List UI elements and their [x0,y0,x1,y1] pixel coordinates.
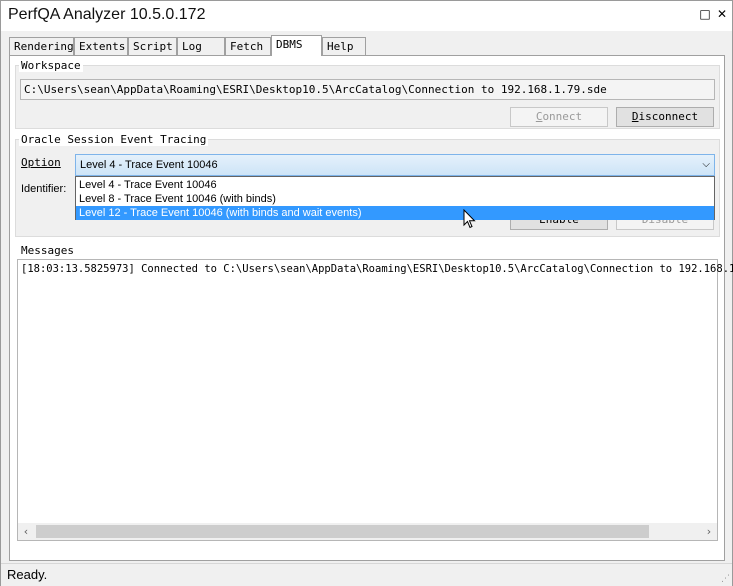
disconnect-button[interactable]: Disconnect [616,107,714,127]
horizontal-scrollbar[interactable]: ‹ › [18,523,717,540]
chevron-down-icon[interactable]: ⌵ [702,155,710,175]
workspace-path-field[interactable]: C:\Users\sean\AppData\Roaming\ESRI\Deskt… [20,79,715,100]
resize-grip-icon[interactable]: ⋰ [721,574,730,584]
messages-box[interactable]: [18:03:13.5825973] Connected to C:\Users… [17,259,733,541]
option-selected-value: Level 4 - Trace Event 10046 [80,159,218,171]
message-line: [18:03:13.5825973] Connected to C:\Users… [21,263,733,275]
tracing-group-label: Oracle Session Event Tracing [19,133,209,146]
app-window: PerfQA Analyzer 10.5.0.172 □ ✕ Rendering… [0,0,733,586]
scroll-thumb[interactable] [36,525,649,538]
option-item-level8[interactable]: Level 8 - Trace Event 10046 (with binds) [76,192,714,206]
minimize-icon[interactable]: □ [698,7,712,21]
disconnect-accel: D [631,110,639,123]
connect-button[interactable]: Connect [510,107,608,127]
disconnect-label: isconnect [638,110,699,123]
workspace-group-label: Workspace [19,59,83,72]
tab-fetch[interactable]: Fetch [225,37,271,55]
title-bar[interactable]: PerfQA Analyzer 10.5.0.172 □ ✕ [1,1,732,31]
scroll-left-icon[interactable]: ‹ [18,524,34,539]
tab-extents[interactable]: Extents [74,37,128,55]
option-dropdown-list: Level 4 - Trace Event 10046 Level 8 - Tr… [75,176,715,220]
option-item-level4[interactable]: Level 4 - Trace Event 10046 [76,178,714,192]
identifier-label: Identifier: [21,183,67,195]
option-combobox[interactable]: Level 4 - Trace Event 10046 ⌵ [75,154,715,176]
tab-help[interactable]: Help [322,37,366,55]
tab-log[interactable]: Log [177,37,225,55]
status-text: Ready. [7,567,48,582]
window-title: PerfQA Analyzer 10.5.0.172 [8,6,206,23]
scroll-right-icon[interactable]: › [701,524,717,539]
option-label: Option [21,156,61,169]
close-icon[interactable]: ✕ [715,7,729,21]
mouse-cursor-icon [463,209,476,229]
tab-script[interactable]: Script [128,37,177,55]
tab-rendering[interactable]: Rendering [9,37,74,55]
status-bar: Ready. ⋰ [1,563,732,586]
option-item-level12[interactable]: Level 12 - Trace Event 10046 (with binds… [76,206,714,220]
messages-group-label: Messages [19,244,76,257]
tab-dbms[interactable]: DBMS [271,35,322,56]
connect-label: onnect [542,110,583,123]
